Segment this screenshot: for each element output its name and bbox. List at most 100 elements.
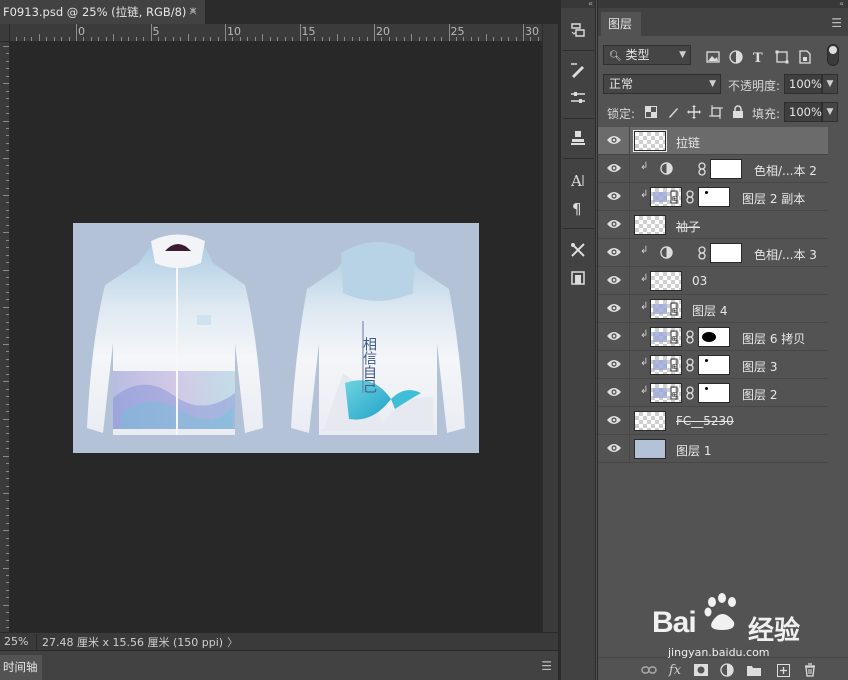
eye-icon[interactable] bbox=[606, 358, 626, 372]
layer-thumbnail[interactable]: ⊞ bbox=[650, 327, 682, 347]
dock-collapse-icon[interactable]: « bbox=[561, 0, 595, 8]
vertical-ruler[interactable] bbox=[0, 42, 10, 632]
fill-input[interactable]: 100% bbox=[784, 102, 822, 122]
smartobject-filter-icon[interactable] bbox=[796, 48, 814, 66]
lock-all-icon[interactable] bbox=[729, 103, 747, 121]
eye-icon[interactable] bbox=[606, 330, 626, 344]
lock-position-icon[interactable] bbox=[685, 103, 703, 121]
layer-mask-thumbnail[interactable] bbox=[698, 383, 730, 403]
filter-kind-dropdown[interactable]: 🔍︎ 类型 ▼ bbox=[603, 45, 691, 65]
layer-row[interactable]: ↲ ⊞ 图层 3 bbox=[598, 351, 828, 379]
layer-row[interactable]: ↲ 色相/...本 3 bbox=[598, 239, 828, 267]
zoom-field[interactable]: 25% bbox=[0, 635, 36, 648]
eye-icon[interactable] bbox=[606, 386, 626, 400]
layer-name[interactable]: 03 bbox=[692, 274, 707, 288]
layer-row[interactable]: 图层 1 bbox=[598, 435, 828, 463]
lock-artboard-icon[interactable] bbox=[707, 103, 725, 121]
eye-icon[interactable] bbox=[606, 442, 626, 456]
eye-icon[interactable] bbox=[606, 162, 626, 176]
layer-row[interactable]: 袖子 bbox=[598, 211, 828, 239]
mask-link-icon[interactable] bbox=[686, 330, 696, 344]
layer-row[interactable]: ↲ 色相/...本 2 bbox=[598, 155, 828, 183]
layer-row[interactable]: ↲ 03 bbox=[598, 267, 828, 295]
brush-settings-icon[interactable] bbox=[566, 58, 590, 82]
layer-row[interactable]: ↲ ⊞ 图层 2 副本 bbox=[598, 183, 828, 211]
layer-mask-thumbnail[interactable] bbox=[698, 327, 730, 347]
tool-presets-icon[interactable] bbox=[566, 238, 590, 262]
paragraph-icon[interactable]: ¶ bbox=[566, 196, 590, 220]
layer-name[interactable]: 图层 4 bbox=[692, 302, 727, 319]
layer-row[interactable]: ↲ ⊞ 图层 6 拷贝 bbox=[598, 323, 828, 351]
document-info[interactable]: 27.48 厘米 x 15.56 厘米 (150 ppi) bbox=[36, 633, 223, 650]
mask-link-icon[interactable] bbox=[698, 162, 708, 176]
ruler-origin[interactable] bbox=[0, 24, 10, 42]
layer-name[interactable]: 图层 6 拷贝 bbox=[742, 330, 805, 347]
adjustments-sliders-icon[interactable] bbox=[566, 86, 590, 110]
layer-thumbnail[interactable]: ⊞ bbox=[650, 187, 682, 207]
add-mask-icon[interactable] bbox=[692, 661, 710, 679]
layer-thumbnail[interactable] bbox=[634, 439, 666, 459]
layer-row[interactable]: 拉链 bbox=[598, 127, 828, 155]
layer-thumbnail[interactable] bbox=[633, 130, 667, 152]
opacity-slider-toggle[interactable]: ▼ bbox=[822, 74, 838, 94]
image-filter-icon[interactable] bbox=[704, 48, 722, 66]
mask-link-icon[interactable] bbox=[686, 358, 696, 372]
layer-mask-thumbnail[interactable] bbox=[710, 159, 742, 179]
document-tab[interactable]: F0913.psd @ 25% (拉链, RGB/8) * × bbox=[0, 0, 205, 24]
timeline-tab[interactable]: 时间轴 bbox=[0, 655, 42, 680]
opacity-input[interactable]: 100% bbox=[784, 74, 822, 94]
eye-icon[interactable] bbox=[606, 302, 626, 316]
status-more-icon[interactable]: 〉 bbox=[227, 634, 238, 650]
horizontal-ruler[interactable]: 0 5 10 15 20 25 30 bbox=[10, 24, 542, 42]
eye-icon[interactable] bbox=[606, 190, 626, 204]
layer-name[interactable]: FC__5230 bbox=[676, 414, 734, 428]
layer-name[interactable]: 拉链 bbox=[676, 134, 700, 151]
eye-icon[interactable] bbox=[606, 134, 626, 148]
layer-name[interactable]: 图层 2 副本 bbox=[742, 190, 805, 207]
layer-mask-thumbnail[interactable] bbox=[698, 187, 730, 207]
fx-button[interactable]: fx bbox=[666, 661, 684, 679]
layer-name[interactable]: 图层 1 bbox=[676, 442, 711, 459]
layer-mask-thumbnail[interactable] bbox=[698, 355, 730, 375]
layer-mask-thumbnail[interactable] bbox=[710, 243, 742, 263]
layer-thumbnail[interactable]: ⊞ bbox=[650, 355, 682, 375]
layer-thumbnail[interactable] bbox=[634, 411, 666, 431]
lock-transparent-icon[interactable] bbox=[642, 103, 660, 121]
eye-icon[interactable] bbox=[606, 246, 626, 260]
filter-toggle-switch[interactable] bbox=[827, 44, 839, 66]
history-icon[interactable] bbox=[566, 18, 590, 42]
layer-name[interactable]: 图层 3 bbox=[742, 358, 777, 375]
character-icon[interactable]: A bbox=[566, 168, 590, 192]
mask-link-icon[interactable] bbox=[698, 246, 708, 260]
tab-layers[interactable]: 图层 bbox=[601, 12, 641, 36]
timeline-menu-icon[interactable]: ☰ bbox=[541, 659, 552, 673]
artboard-image[interactable]: 相信自己 bbox=[73, 223, 479, 453]
layer-row[interactable]: ↲ ⊞ 图层 4 bbox=[598, 295, 828, 323]
mask-link-icon[interactable] bbox=[686, 386, 696, 400]
mask-link-icon[interactable] bbox=[686, 190, 696, 204]
clone-source-icon[interactable] bbox=[566, 126, 590, 150]
close-icon[interactable]: × bbox=[188, 4, 198, 18]
eye-icon[interactable] bbox=[606, 218, 626, 232]
layer-name[interactable]: 袖子 bbox=[676, 218, 700, 235]
lock-pixels-icon[interactable] bbox=[664, 103, 682, 121]
eye-icon[interactable] bbox=[606, 274, 626, 288]
new-adjustment-icon[interactable] bbox=[718, 661, 736, 679]
type-filter-icon[interactable]: T bbox=[750, 48, 768, 66]
link-layers-icon[interactable] bbox=[640, 661, 658, 679]
layer-thumbnail[interactable]: ⊞ bbox=[650, 299, 682, 319]
new-group-icon[interactable] bbox=[745, 661, 763, 679]
eye-icon[interactable] bbox=[606, 414, 626, 428]
blend-mode-dropdown[interactable]: 正常 ▼ bbox=[603, 74, 721, 94]
layer-name[interactable]: 图层 2 bbox=[742, 386, 777, 403]
fill-slider-toggle[interactable]: ▼ bbox=[822, 102, 838, 122]
layer-comps-icon[interactable] bbox=[566, 266, 590, 290]
layer-name[interactable]: 色相/...本 2 bbox=[754, 162, 817, 179]
panel-menu-icon[interactable]: ☰ bbox=[831, 16, 842, 30]
shape-filter-icon[interactable] bbox=[773, 48, 791, 66]
layer-thumbnail[interactable] bbox=[634, 215, 666, 235]
layer-thumbnail[interactable] bbox=[650, 271, 682, 291]
delete-layer-icon[interactable] bbox=[801, 661, 819, 679]
vertical-scrollbar[interactable] bbox=[542, 24, 558, 632]
layer-row[interactable]: FC__5230 bbox=[598, 407, 828, 435]
